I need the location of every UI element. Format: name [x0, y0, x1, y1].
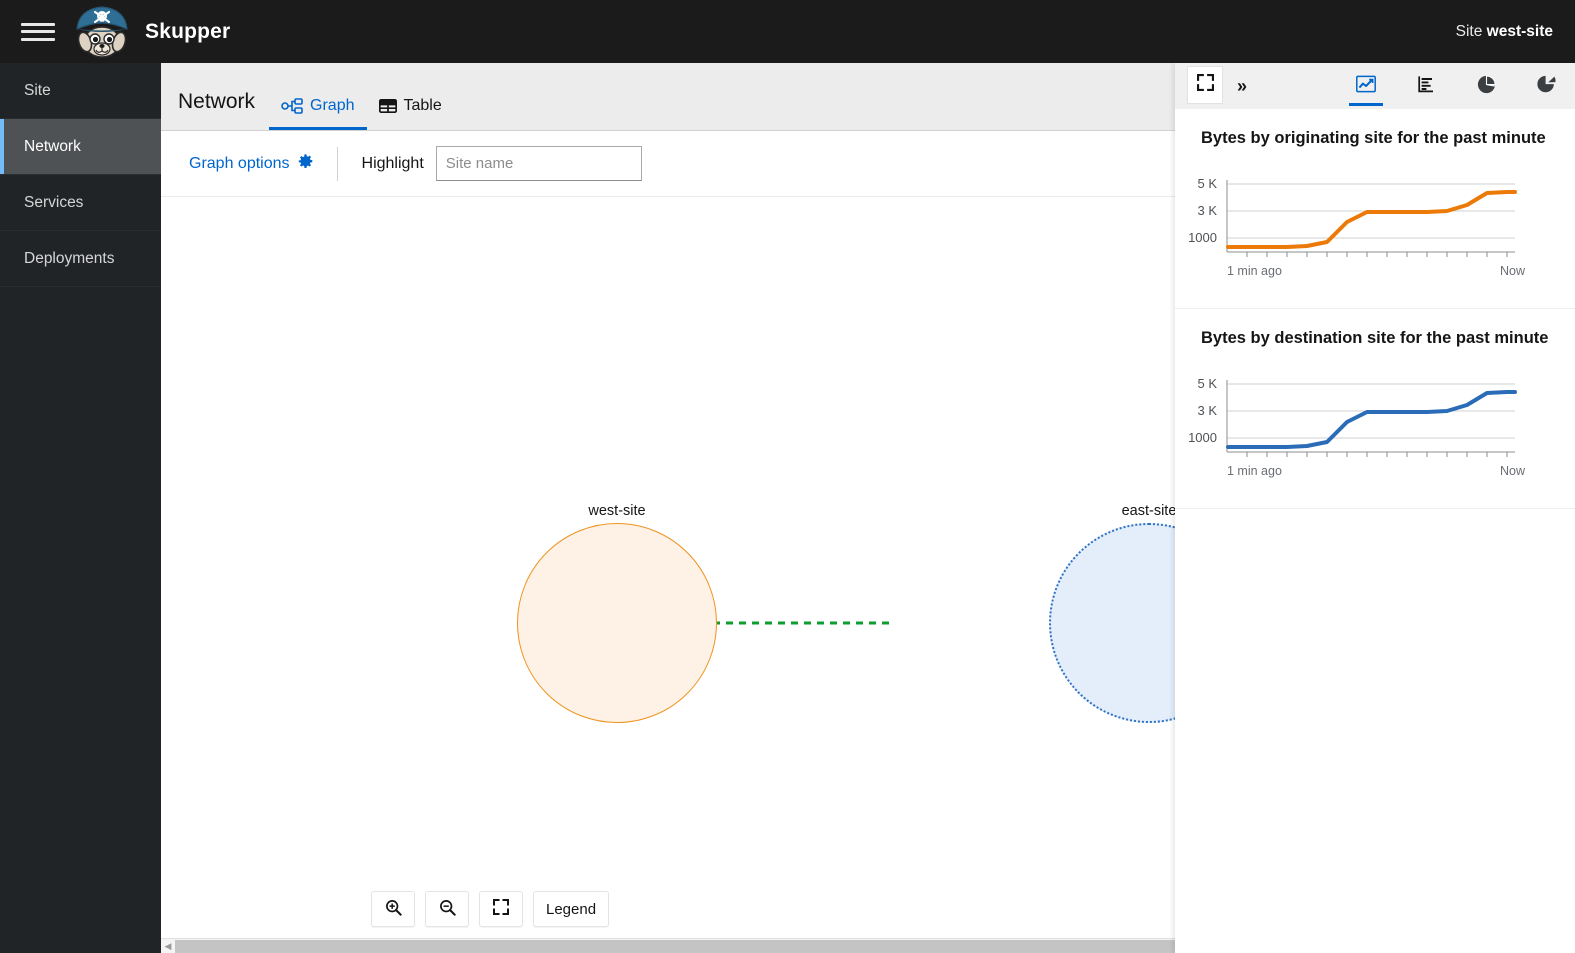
sidebar-item-deployments[interactable]: Deployments	[0, 231, 161, 287]
brand-title: Skupper	[145, 20, 230, 44]
graph-node-west-site[interactable]	[517, 523, 717, 723]
y-tick-label: 1000	[1188, 230, 1217, 245]
card-title: Bytes by destination site for the past m…	[1175, 329, 1575, 348]
graph-options-label: Graph options	[189, 155, 290, 173]
highlight-input[interactable]	[436, 146, 642, 181]
page-title: Network	[178, 90, 255, 130]
donut-chart-icon[interactable]	[1529, 66, 1563, 106]
current-site-indicator: Site west-site	[1456, 23, 1553, 41]
zoom-in-button[interactable]	[371, 891, 415, 927]
legend-button[interactable]: Legend	[533, 891, 609, 927]
app-root: Skupper Site west-site Site Network Serv…	[0, 0, 1575, 953]
y-tick-label: 1000	[1188, 430, 1217, 445]
chart-type-switcher	[1349, 66, 1563, 106]
site-prefix-label: Site	[1456, 23, 1483, 40]
x-tick-label-start: 1 min ago	[1227, 464, 1282, 478]
metrics-side-panel: »	[1175, 63, 1575, 953]
fit-to-screen-button[interactable]	[479, 891, 523, 927]
zoom-out-icon	[439, 899, 456, 920]
node-label-west-site: west-site	[588, 503, 645, 519]
graph-zoom-toolbar: Legend	[371, 891, 609, 927]
tab-label: Graph	[310, 97, 354, 115]
sidebar-item-site[interactable]: Site	[0, 63, 161, 119]
y-tick-label: 5 K	[1197, 176, 1217, 191]
zoom-out-button[interactable]	[425, 891, 469, 927]
hamburger-icon[interactable]	[21, 19, 55, 45]
line-chart-icon[interactable]	[1349, 66, 1383, 106]
sidebar-item-label: Deployments	[24, 250, 114, 268]
chart-series-line	[1228, 392, 1515, 447]
metric-card-originating: Bytes by originating site for the past m…	[1175, 109, 1575, 309]
topology-icon	[281, 98, 303, 114]
sidebar-nav: Site Network Services Deployments	[0, 63, 161, 953]
node-label-east-site: east-site	[1122, 503, 1177, 519]
masthead: Skupper Site west-site	[0, 0, 1575, 63]
skupper-pirate-dog-logo	[69, 1, 135, 63]
card-title: Bytes by originating site for the past m…	[1175, 129, 1575, 148]
y-tick-label: 5 K	[1197, 376, 1217, 391]
tab-table[interactable]: Table	[367, 97, 454, 130]
double-chevron-right-icon[interactable]: »	[1237, 77, 1247, 95]
sidebar-item-label: Network	[24, 138, 81, 156]
expand-icon	[493, 899, 509, 919]
y-tick-label: 3 K	[1197, 403, 1217, 418]
metric-card-destination: Bytes by destination site for the past m…	[1175, 309, 1575, 509]
bar-chart-icon[interactable]	[1409, 66, 1443, 106]
chart-bytes-by-destination-site: 5 K 3 K 1000	[1185, 376, 1565, 486]
chart-series-line	[1228, 192, 1515, 247]
gear-icon	[298, 154, 313, 174]
scroll-left-arrow[interactable]: ◀	[161, 939, 175, 953]
table-icon	[379, 98, 397, 114]
pie-chart-icon[interactable]	[1469, 66, 1503, 106]
sidebar-item-network[interactable]: Network	[0, 119, 161, 175]
chart-bytes-by-originating-site: 5 K 3 K 1000	[1185, 176, 1565, 286]
y-tick-label: 3 K	[1197, 203, 1217, 218]
tab-label: Table	[404, 97, 442, 115]
x-tick-label-end: Now	[1500, 464, 1526, 478]
sidebar-item-services[interactable]: Services	[0, 175, 161, 231]
site-name-value: west-site	[1487, 23, 1553, 40]
highlight-label: Highlight	[362, 155, 424, 173]
panel-expand-button[interactable]	[1187, 66, 1223, 104]
toolbar-divider	[337, 147, 338, 181]
x-tick-label-start: 1 min ago	[1227, 264, 1282, 278]
sidebar-item-label: Services	[24, 194, 83, 212]
sidebar-item-label: Site	[24, 82, 51, 100]
graph-options-button[interactable]: Graph options	[189, 154, 313, 174]
x-tick-label-end: Now	[1500, 264, 1526, 278]
legend-button-label: Legend	[546, 901, 596, 918]
zoom-in-icon	[385, 899, 402, 920]
panel-toolbar: »	[1175, 63, 1575, 109]
tab-graph[interactable]: Graph	[269, 97, 366, 130]
expand-icon	[1197, 74, 1214, 96]
